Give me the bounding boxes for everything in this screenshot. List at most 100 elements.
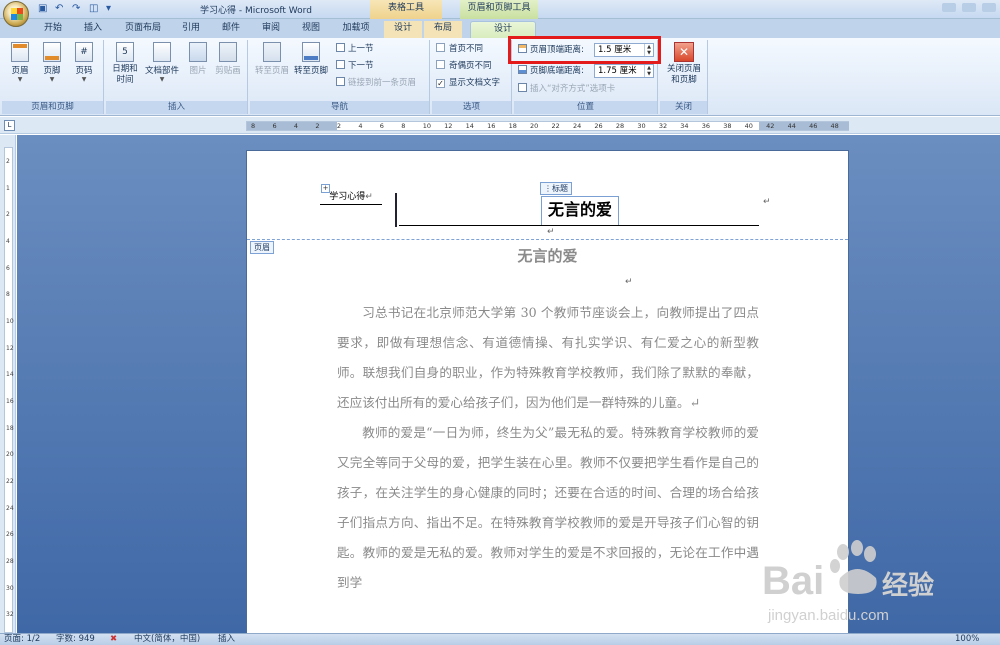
context-tools-table: 表格工具 [370,0,442,19]
ruler-tick-label: 6 [272,122,277,130]
date-time-button[interactable]: 5 日期和 时间 [108,42,142,86]
content-control-tag[interactable]: ⋮标题 [540,182,572,195]
tab-insert[interactable]: 插入 [78,21,108,38]
redo-icon[interactable]: ↷ [72,3,83,14]
ruler-tick-label: 2 [315,122,320,130]
chevron-down-icon: ▼ [17,76,23,83]
ruler-tick-label: 30 [637,122,646,130]
vruler-tick-label: 18 [6,424,14,432]
tab-addins[interactable]: 加载项 [336,21,376,38]
picture-button[interactable]: 图片 [182,42,214,76]
tab-home[interactable]: 开始 [38,21,68,38]
next-section-icon [336,60,345,69]
different-first-page-checkbox[interactable]: 首页不同 [436,43,483,56]
group-title: 导航 [250,101,429,114]
goto-footer-button[interactable]: 转至页脚 [292,42,330,76]
next-section-button[interactable]: 下一节 [336,60,374,73]
document-body[interactable]: 习总书记在北京师范大学第 30 个教师节座谈会上，向教师提出了四点要求，即做有理… [337,298,759,598]
ruler-tick-label: 2 [336,122,341,130]
ruler-tick-label: 32 [658,122,668,130]
customize-qat-icon[interactable]: ▾ [106,3,117,14]
tab-page-layout[interactable]: 页面布局 [118,21,168,38]
header-vertical-line [395,193,397,227]
ruler-tick-label: 12 [444,122,453,130]
vruler-tick-label: 2 [6,158,10,165]
insert-alignment-tab-button[interactable]: 插入“对齐方式”选项卡 [518,83,615,96]
chevron-down-icon: ▼ [81,76,87,83]
different-odd-even-checkbox[interactable]: 奇偶页不同 [436,60,492,73]
ruler-tick-label: 34 [680,122,689,130]
ruler-tick-label: 14 [465,122,474,130]
close-window-icon[interactable] [982,3,996,12]
footer-button[interactable]: 页脚 ▼ [36,42,68,83]
insert-mode[interactable]: 插入 [218,634,235,645]
clip-art-icon [219,42,237,62]
show-document-text-checkbox[interactable]: ✓ 显示文档文字 [436,77,500,90]
paragraph-mark-icon: ↵ [625,277,633,287]
vruler-tick-label: 16 [6,398,14,405]
close-header-footer-button[interactable]: ✕ 关闭页眉 和页脚 [664,42,704,86]
group-close: ✕ 关闭页眉 和页脚 关闭 [660,40,708,114]
document-page[interactable]: + 学习心得↵ ⋮标题 无言的爱 ↵ ↵ 页眉 无言的爱 ↵ 习总书记在北京师范… [246,150,849,640]
ribbon: 页眉 ▼ 页脚 ▼ # 页码 ▼ 页眉和页脚 5 日期和 时间 文档部件 ▼ 图… [0,38,1000,116]
office-logo-icon [11,8,23,20]
maximize-icon[interactable] [962,3,976,12]
group-options: 首页不同 奇偶页不同 ✓ 显示文档文字 选项 [432,40,512,114]
ruler-tick-label: 20 [530,122,539,130]
horizontal-ruler[interactable]: 8 6 4 2 2 4 6 8 10 12 14 16 18 20 22 24 26 28 30 32 34 36 38 40… [246,121,849,131]
office-button[interactable] [3,1,29,27]
group-title: 插入 [106,101,247,114]
print-preview-icon[interactable]: ◫ [89,3,100,14]
paragraph[interactable]: 教师的爱是“一日为师，终生为父”最无私的爱。特殊教育学校教师的爱又完全等同于父母… [337,418,759,598]
chevron-down-icon: ▼ [49,76,55,83]
tab-table-layout[interactable]: 布局 [424,21,462,38]
header-button[interactable]: 页眉 ▼ [4,42,36,83]
link-previous-button[interactable]: 链接到前一条页眉 [336,77,416,90]
tab-mailings[interactable]: 邮件 [216,21,246,38]
undo-icon[interactable]: ↶ [55,3,66,14]
close-icon: ✕ [674,42,694,62]
proofing-icon[interactable]: ✖ [110,634,117,645]
zoom-level[interactable]: 100% [955,634,979,645]
tab-review[interactable]: 审阅 [256,21,286,38]
highlight-annotation [508,36,661,64]
clip-art-button[interactable]: 剪贴画 [212,42,244,76]
paragraph-mark-icon: ↵ [763,197,771,207]
page-number-button[interactable]: # 页码 ▼ [68,42,100,83]
word-count[interactable]: 字数: 949 [56,634,95,645]
group-title: 页眉和页脚 [2,101,103,114]
footer-from-bottom-spinner[interactable]: 1.75 厘米 ▲ ▼ [594,64,654,78]
tab-references[interactable]: 引用 [176,21,206,38]
ruler-tick-label: 10 [422,122,431,130]
ruler-bar: L 8 6 4 2 2 4 6 8 10 12 14 16 18 20 22 24 26 28 30 32 34 36 38… [0,117,1000,134]
paragraph[interactable]: 习总书记在北京师范大学第 30 个教师节座谈会上，向教师提出了四点要求，即做有理… [337,298,759,418]
document-title[interactable]: 无言的爱 [247,245,848,266]
vruler-tick-label: 24 [6,504,14,512]
context-tools-header-footer: 页眉和页脚工具 [460,0,538,19]
tab-view[interactable]: 视图 [296,21,326,38]
document-workspace: + 学习心得↵ ⋮标题 无言的爱 ↵ ↵ 页眉 无言的爱 ↵ 习总书记在北京师范… [17,135,1000,640]
save-icon[interactable]: ▣ [38,3,49,14]
ruler-tick-label: 40 [744,122,753,130]
ruler-tick-label: 26 [594,122,603,130]
language-indicator[interactable]: 中文(简体，中国) [134,634,200,645]
tab-selector-icon[interactable]: L [4,120,15,131]
window-title: 学习心得 - Microsoft Word [200,6,312,16]
header-underline [399,225,759,226]
goto-header-button[interactable]: 转至页眉 [253,42,291,76]
ruler-tick-label: 46 [809,122,818,130]
vruler-tick-label: 1 [6,184,10,192]
previous-section-button[interactable]: 上一节 [336,43,374,56]
minimize-icon[interactable] [942,3,956,12]
paragraph-mark-icon: ↵ [547,227,555,237]
tab-table-design[interactable]: 设计 [384,21,422,38]
vruler-tick-label: 10 [6,318,14,325]
calendar-icon: 5 [116,42,134,62]
header-left-text[interactable]: 学习心得↵ [320,191,382,205]
header-title-control[interactable]: 无言的爱 [541,196,619,226]
footer-from-bottom-label: 页脚底端距离: [518,65,584,78]
spinner-arrows-icon[interactable]: ▲ ▼ [644,65,653,77]
vertical-ruler[interactable]: 2 1 2 4 6 8 10 12 14 16 18 20 22 24 26 28 30 32 [0,135,16,633]
page-indicator[interactable]: 页面: 1/2 [4,634,40,645]
quick-parts-button[interactable]: 文档部件 ▼ [142,42,182,83]
